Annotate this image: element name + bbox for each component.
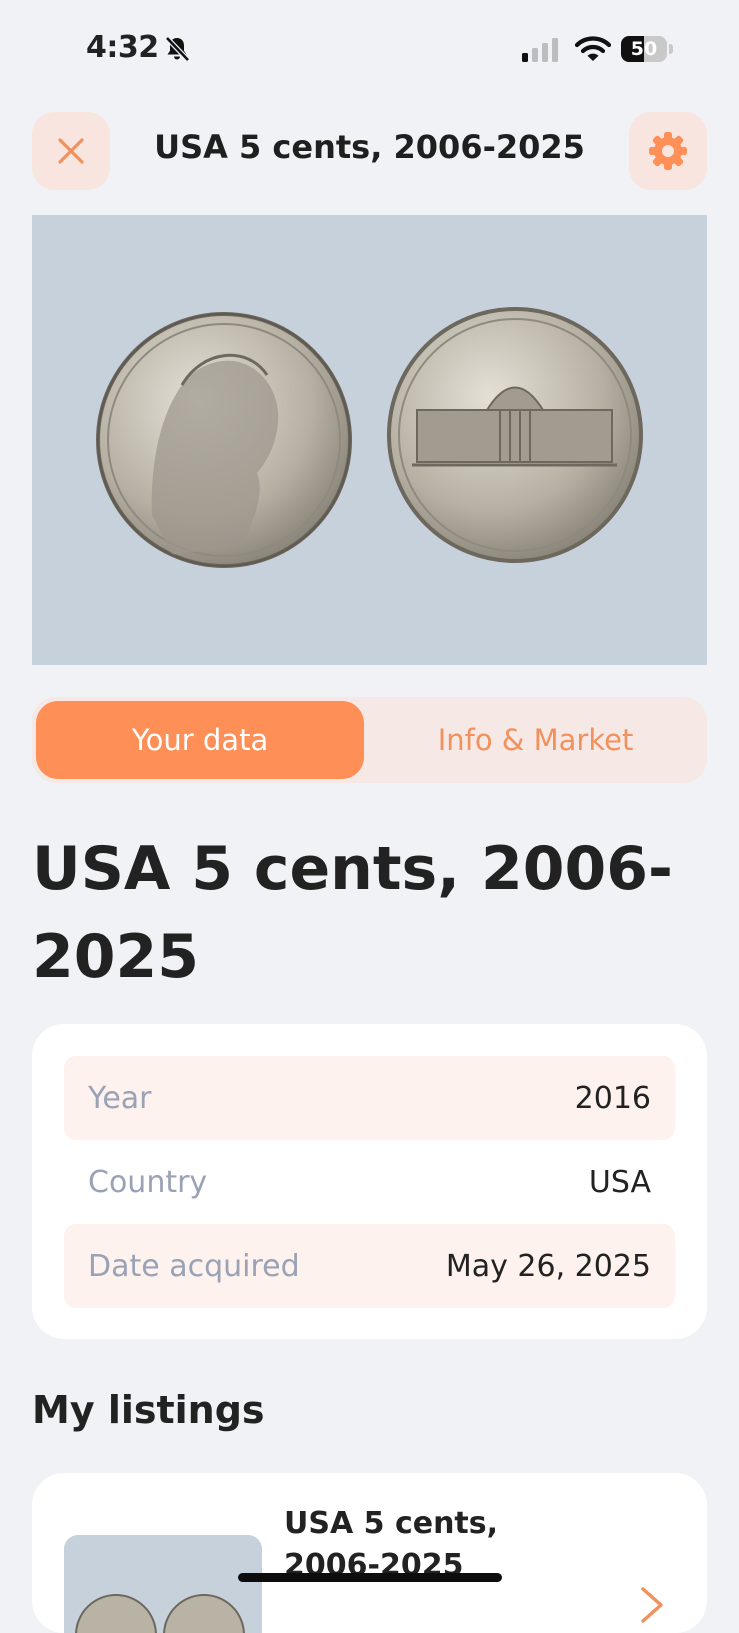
listing-item[interactable]: USA 5 cents, 2006-2025: [32, 1473, 707, 1633]
battery-indicator: 50: [621, 36, 673, 62]
coin-reverse: [387, 307, 643, 563]
detail-value: May 26, 2025: [445, 1248, 651, 1284]
detail-value: 2016: [574, 1080, 651, 1116]
bell-slash-icon: [165, 36, 190, 62]
close-icon: [58, 138, 84, 164]
close-button[interactable]: [32, 112, 110, 190]
tab-your-data[interactable]: Your data: [36, 701, 364, 779]
detail-label: Country: [88, 1164, 208, 1200]
home-indicator[interactable]: [238, 1573, 502, 1582]
tab-bar: Your data Info & Market: [32, 697, 707, 783]
section-title-listings: My listings: [32, 1388, 265, 1432]
signal-icon: [522, 38, 558, 62]
coin-photo: [32, 215, 707, 665]
settings-button[interactable]: [629, 112, 707, 190]
listing-thumbnail: [64, 1535, 262, 1633]
battery-percent: 50: [630, 38, 658, 60]
chevron-right-icon: [641, 1587, 663, 1623]
detail-row-country: Country USA: [64, 1140, 675, 1224]
header-title: USA 5 cents, 2006-2025: [154, 128, 585, 166]
coin-title: USA 5 cents, 2006-2025: [32, 834, 673, 992]
coin-obverse: [96, 312, 352, 568]
detail-value: USA: [588, 1164, 651, 1200]
detail-row-date-acquired: Date acquired May 26, 2025: [64, 1224, 675, 1308]
detail-label: Date acquired: [88, 1248, 300, 1284]
gear-icon: [649, 132, 687, 170]
detail-row-year: Year 2016: [64, 1056, 675, 1140]
details-card: Year 2016 Country USA Date acquired May …: [32, 1024, 707, 1339]
wifi-icon: [575, 36, 611, 61]
status-time: 4:32: [86, 30, 159, 65]
detail-label: Year: [88, 1080, 152, 1116]
status-bar: 4:32 50: [0, 0, 739, 100]
tab-info-market[interactable]: Info & Market: [368, 701, 703, 779]
